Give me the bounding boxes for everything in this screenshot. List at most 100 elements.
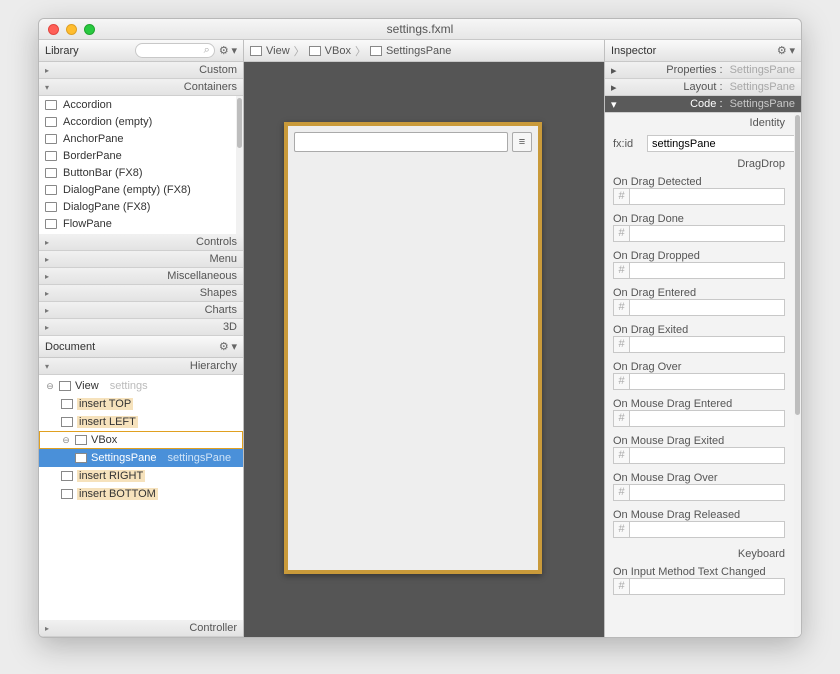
tree-insert-top[interactable]: insert TOP bbox=[39, 395, 243, 413]
chevron-right-icon: ▸ bbox=[45, 66, 53, 75]
breadcrumb-item[interactable]: VBox bbox=[325, 45, 351, 57]
event-input-row: # bbox=[613, 447, 785, 464]
chevron-down-icon: ▾ bbox=[45, 83, 53, 92]
collapse-icon[interactable]: ⊖ bbox=[45, 381, 55, 392]
hierarchy-section[interactable]: ▾ Hierarchy bbox=[39, 358, 243, 375]
scroll-thumb[interactable] bbox=[237, 98, 242, 148]
collapse-icon[interactable]: ⊖ bbox=[61, 435, 71, 446]
breadcrumb-item[interactable]: SettingsPane bbox=[386, 45, 451, 57]
library-item[interactable]: FlowPane bbox=[39, 215, 243, 232]
event-handler-input[interactable] bbox=[629, 578, 785, 595]
node-icon bbox=[61, 399, 73, 409]
node-icon bbox=[61, 471, 73, 481]
chevron-right-icon: ▸ bbox=[45, 238, 53, 247]
inspector-scrollbar[interactable] bbox=[794, 113, 801, 637]
chevron-right-icon: ▸ bbox=[45, 323, 53, 332]
library-section-controls[interactable]: ▸Controls bbox=[39, 234, 243, 251]
fxid-input[interactable] bbox=[647, 135, 799, 152]
event-handler-input[interactable] bbox=[629, 447, 785, 464]
node-icon bbox=[250, 46, 262, 56]
node-label: SettingsPane bbox=[91, 452, 156, 464]
library-item[interactable]: DialogPane (empty) (FX8) bbox=[39, 181, 243, 198]
document-menu-button[interactable]: ⚙ ▾ bbox=[219, 340, 237, 353]
tree-node-vbox[interactable]: ⊖VBox bbox=[39, 431, 243, 449]
event-input-row: # bbox=[613, 373, 785, 390]
library-section-3d[interactable]: ▸3D bbox=[39, 319, 243, 336]
library-item[interactable]: AnchorPane bbox=[39, 130, 243, 147]
chevron-down-icon: ▾ bbox=[45, 362, 53, 371]
container-icon bbox=[45, 134, 57, 144]
library-section-shapes[interactable]: ▸Shapes bbox=[39, 285, 243, 302]
container-icon bbox=[45, 219, 57, 229]
library-item[interactable]: DialogPane (FX8) bbox=[39, 198, 243, 215]
event-handler-input[interactable] bbox=[629, 521, 785, 538]
library-menu-button[interactable]: ⚙ ▾ bbox=[219, 44, 237, 57]
event-handler-input[interactable] bbox=[629, 373, 785, 390]
preview-menu-button[interactable]: ≡ bbox=[512, 132, 532, 152]
library-section-menu[interactable]: ▸Menu bbox=[39, 251, 243, 268]
preview-textfield[interactable] bbox=[294, 132, 508, 152]
app-window: settings.fxml Library ⌕ ⚙ ▾ ▸Custom ▾Con… bbox=[38, 18, 802, 638]
node-icon bbox=[309, 46, 321, 56]
hash-icon: # bbox=[613, 225, 629, 242]
node-label: insert RIGHT bbox=[77, 470, 145, 482]
main-body: Library ⌕ ⚙ ▾ ▸Custom ▾Containers Accord… bbox=[39, 40, 801, 637]
inspector-layout-section[interactable]: ▸Layout : SettingsPane bbox=[605, 79, 801, 96]
tree-node-settingspane[interactable]: SettingsPane settingsPane bbox=[39, 449, 243, 467]
hash-icon: # bbox=[613, 410, 629, 427]
library-item-label: Accordion (empty) bbox=[63, 116, 152, 128]
inspector-properties-section[interactable]: ▸Properties : SettingsPane bbox=[605, 62, 801, 79]
inspector-body: Identity fx:id DragDrop On Drag Detected… bbox=[605, 113, 801, 637]
event-handler-input[interactable] bbox=[629, 188, 785, 205]
design-canvas[interactable]: ≡ bbox=[244, 62, 604, 637]
event-handler-input[interactable] bbox=[629, 225, 785, 242]
node-label: insert TOP bbox=[77, 398, 133, 410]
gear-icon: ⚙ bbox=[219, 45, 229, 57]
library-items-list: Accordion Accordion (empty) AnchorPane B… bbox=[39, 96, 243, 234]
container-icon bbox=[45, 202, 57, 212]
library-item[interactable]: BorderPane bbox=[39, 147, 243, 164]
scroll-thumb[interactable] bbox=[795, 115, 800, 415]
chevron-right-icon: ▸ bbox=[45, 255, 53, 264]
hash-icon: # bbox=[613, 521, 629, 538]
library-scrollbar[interactable] bbox=[236, 96, 243, 234]
keyboard-group-title: Keyboard bbox=[605, 544, 793, 564]
tree-node-view[interactable]: ⊖View settings bbox=[39, 377, 243, 395]
inspector-menu-button[interactable]: ⚙ ▾ bbox=[777, 44, 795, 57]
library-search-input[interactable]: ⌕ bbox=[135, 43, 215, 58]
event-label: On Drag Dropped bbox=[605, 248, 793, 262]
library-item[interactable]: ButtonBar (FX8) bbox=[39, 164, 243, 181]
event-handler-input[interactable] bbox=[629, 262, 785, 279]
section-label: Layout bbox=[683, 81, 716, 93]
preview-frame[interactable]: ≡ bbox=[284, 122, 542, 574]
hash-icon: # bbox=[613, 447, 629, 464]
event-handler-input[interactable] bbox=[629, 410, 785, 427]
controller-section[interactable]: ▸Controller bbox=[39, 620, 243, 637]
chevron-down-icon: ▾ bbox=[611, 98, 617, 111]
hash-icon: # bbox=[613, 578, 629, 595]
inspector-code-section[interactable]: ▾Code : SettingsPane bbox=[605, 96, 801, 113]
tree-insert-right[interactable]: insert RIGHT bbox=[39, 467, 243, 485]
event-input-row: # bbox=[613, 484, 785, 501]
library-section-custom[interactable]: ▸Custom bbox=[39, 62, 243, 79]
event-handler-input[interactable] bbox=[629, 336, 785, 353]
library-section-containers[interactable]: ▾Containers bbox=[39, 79, 243, 96]
section-label: Hierarchy bbox=[190, 360, 237, 372]
library-item[interactable]: Accordion bbox=[39, 96, 243, 113]
breadcrumb-item[interactable]: View bbox=[266, 45, 290, 57]
tree-insert-bottom[interactable]: insert BOTTOM bbox=[39, 485, 243, 503]
tree-insert-left[interactable]: insert LEFT bbox=[39, 413, 243, 431]
library-item[interactable]: Accordion (empty) bbox=[39, 113, 243, 130]
event-label: On Drag Over bbox=[605, 359, 793, 373]
chevron-down-icon: ▾ bbox=[789, 45, 795, 57]
identity-group-title: Identity bbox=[605, 113, 793, 133]
chevron-right-icon: ▸ bbox=[45, 272, 53, 281]
event-handler-input[interactable] bbox=[629, 484, 785, 501]
event-input-row: # bbox=[613, 225, 785, 242]
library-title: Library bbox=[45, 45, 79, 57]
library-section-charts[interactable]: ▸Charts bbox=[39, 302, 243, 319]
event-handler-input[interactable] bbox=[629, 299, 785, 316]
library-section-misc[interactable]: ▸Miscellaneous bbox=[39, 268, 243, 285]
hash-icon: # bbox=[613, 336, 629, 353]
node-icon bbox=[75, 453, 87, 463]
